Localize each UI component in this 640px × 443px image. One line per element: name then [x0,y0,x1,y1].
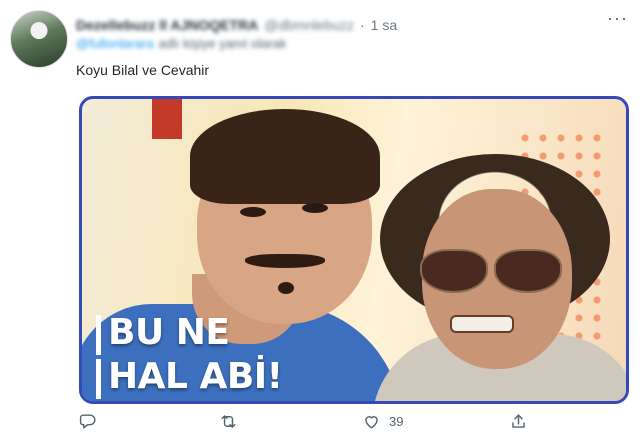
person-left-hair [190,109,380,204]
avatar[interactable] [10,10,68,68]
share-button[interactable] [509,412,536,431]
more-options-icon[interactable]: ··· [607,8,628,29]
like-button[interactable]: 39 [362,412,403,431]
share-icon [512,414,525,428]
tweet-actions: 39 [79,412,623,436]
reply-icon [79,414,96,429]
person-right-mouth [450,315,514,333]
author-name[interactable]: Dezellebuzz ll AJNOQETRA [76,17,258,33]
person-left-eye [302,203,328,213]
sunglasses-lens [494,249,562,293]
tweet-header: Dezellebuzz ll AJNOQETRA @dbmnlebuzz · 1… [76,14,620,36]
replying-text: adlı kişiye yanıt olarak [158,36,287,51]
retweet-icon [221,415,236,428]
retweet-button[interactable] [219,412,246,431]
tweet-time[interactable]: 1 sa [371,17,397,33]
image-caption-line2: HAL ABİ! [108,356,283,397]
person-left-eye [240,207,266,217]
person-left-goatee [278,282,294,294]
tweet-text: Koyu Bilal ve Cevahir [76,62,210,78]
heart-icon [365,416,378,429]
replying-handle[interactable]: @fullonlarara [76,36,154,51]
tweet-media-image[interactable]: BU NE HAL ABİ! [79,96,629,404]
like-count: 39 [389,414,404,429]
author-handle[interactable]: @dbmnlebuzz [264,17,354,33]
person-left-mustache [245,254,325,268]
background-decoration [152,99,182,139]
sunglasses-lens [420,249,488,293]
replying-to: @fullonlarara adlı kişiye yanıt olarak [76,36,286,51]
separator-dot: · [360,17,365,33]
reply-button[interactable] [79,412,106,431]
image-caption-line1: BU NE [108,312,230,353]
